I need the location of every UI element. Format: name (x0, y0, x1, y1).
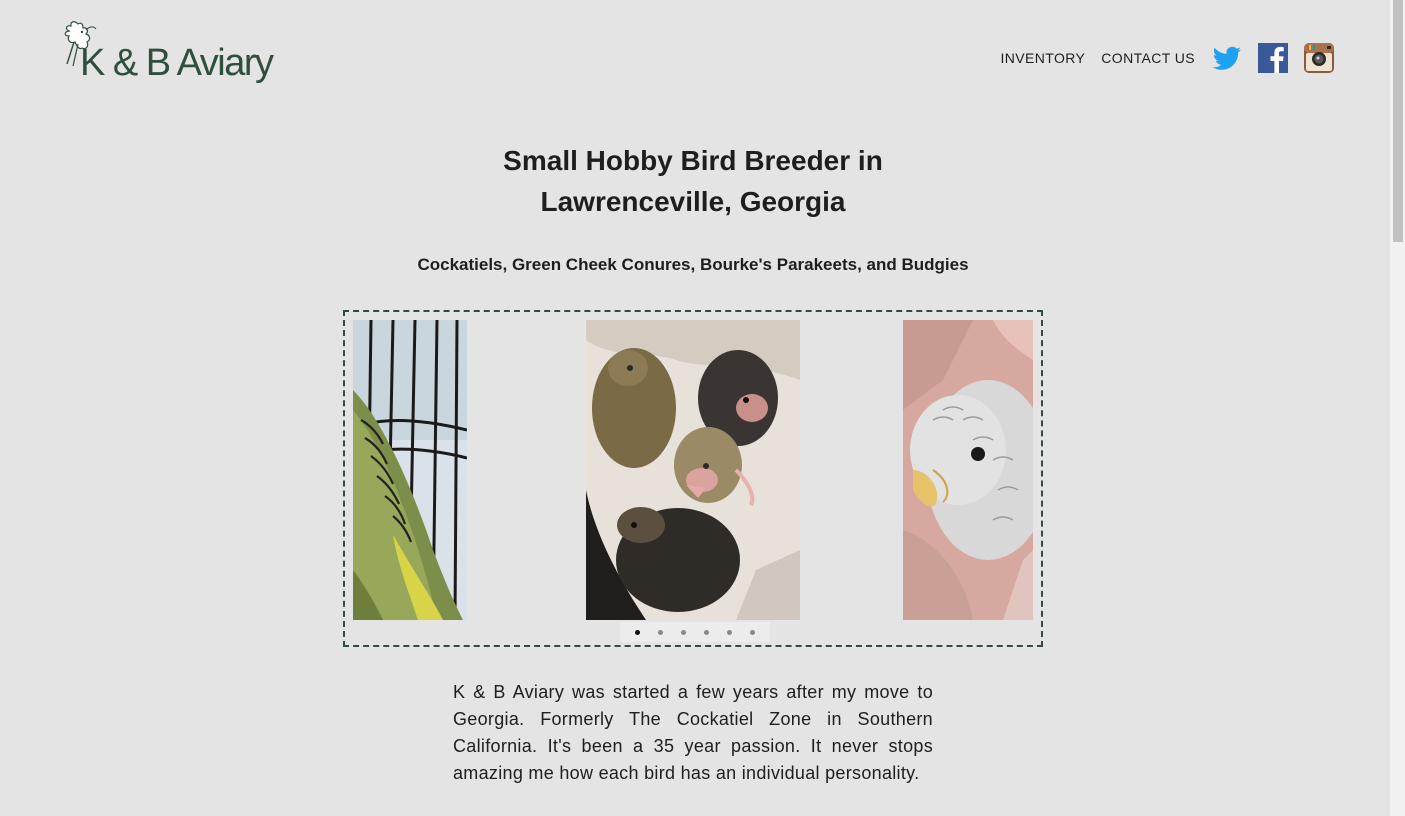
page-title-line-2: Lawrenceville, Georgia (540, 186, 846, 217)
logo-text: K & B Aviary (80, 42, 274, 84)
budgie-cage-image (353, 320, 467, 620)
carousel-dot-5[interactable] (727, 629, 732, 635)
carousel-pagination (620, 622, 770, 642)
carousel-dot-4[interactable] (704, 629, 709, 635)
chicks-image (586, 320, 800, 620)
nav-inventory[interactable]: INVENTORY (1001, 50, 1086, 66)
carousel-dot-1[interactable] (635, 629, 640, 635)
scrollbar-thumb[interactable] (1393, 0, 1403, 242)
twitter-icon[interactable] (1211, 42, 1243, 74)
carousel-slide-baby-budgie[interactable] (903, 320, 1033, 620)
carousel-dot-3[interactable] (681, 629, 686, 635)
facebook-icon[interactable] (1257, 42, 1289, 74)
carousel-dot-2[interactable] (658, 629, 663, 635)
page-scrollbar[interactable] (1390, 0, 1405, 816)
nav-contact-us[interactable]: CONTACT US (1101, 50, 1195, 66)
page-title: Small Hobby Bird Breeder in Lawrencevill… (0, 140, 1386, 222)
main-nav: INVENTORY CONTACT US (1001, 40, 1336, 76)
intro-paragraph: K & B Aviary was started a few years aft… (453, 682, 933, 783)
carousel-slide-chicks[interactable] (586, 320, 800, 620)
page-subtitle: Cockatiels, Green Cheek Conures, Bourke'… (417, 255, 969, 274)
instagram-icon[interactable] (1303, 42, 1335, 74)
page: K & B Aviary INVENTORY CONTACT US Small … (0, 0, 1405, 816)
baby-budgie-image (903, 320, 1033, 620)
site-logo[interactable]: K & B Aviary (56, 20, 286, 92)
carousel-dot-6[interactable] (750, 629, 755, 635)
carousel-slide-budgie-cage[interactable] (353, 320, 467, 620)
page-title-line-1: Small Hobby Bird Breeder in (503, 145, 883, 176)
photo-carousel[interactable] (343, 310, 1043, 647)
